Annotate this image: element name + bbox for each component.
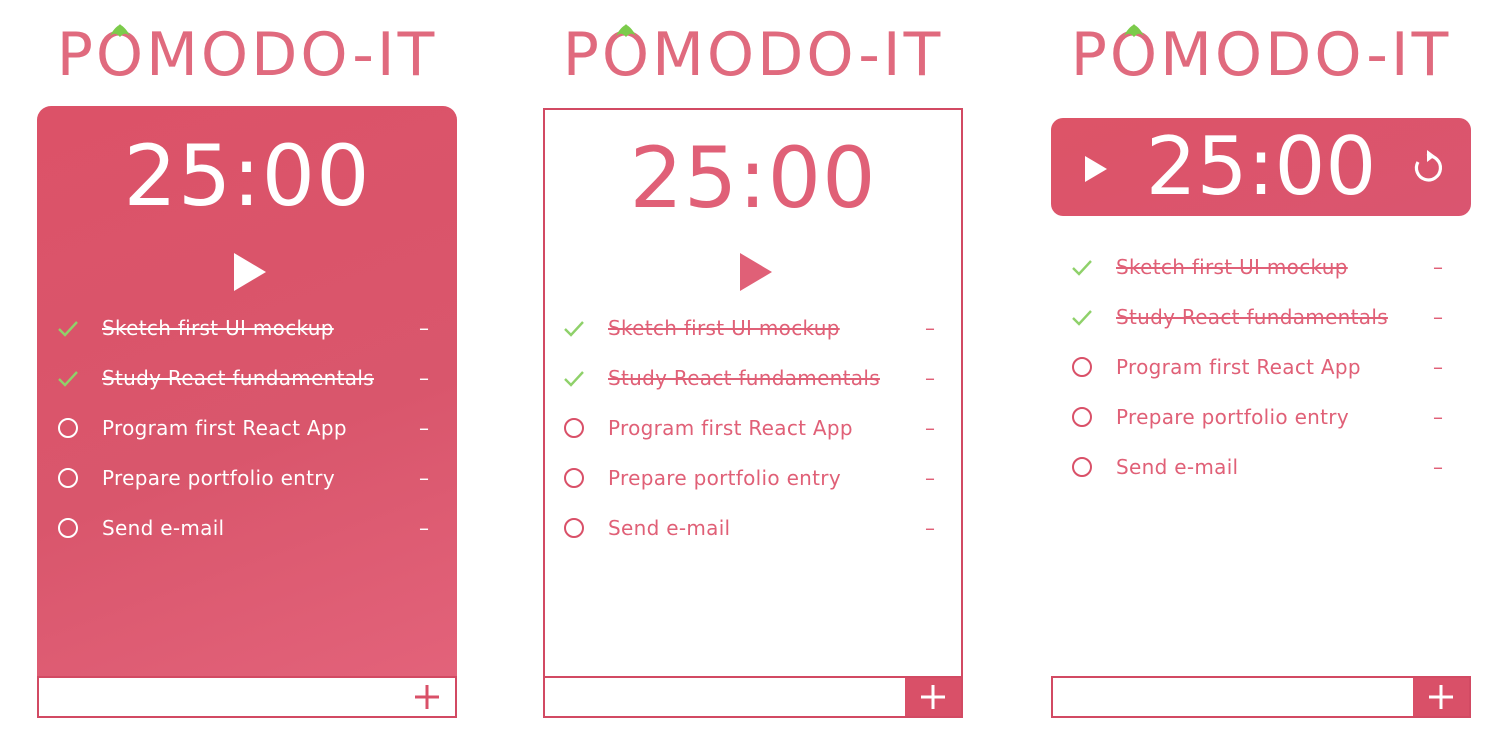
task-item[interactable]: Program first React App – xyxy=(1071,350,1451,384)
add-task-input[interactable] xyxy=(545,678,905,716)
task-label: Send e-mail xyxy=(608,516,731,540)
task-item[interactable]: Send e-mail – xyxy=(1071,450,1451,484)
reset-icon[interactable] xyxy=(1407,148,1447,188)
task-item[interactable]: Send e-mail – xyxy=(563,511,943,545)
task-label: Sketch first UI mockup xyxy=(608,316,840,340)
timer-card: 25:00 Sketch first UI mockup – Study Rea… xyxy=(37,106,457,718)
remove-task-button[interactable]: – xyxy=(925,415,935,441)
remove-task-button[interactable]: – xyxy=(1433,304,1443,330)
timer-display: 25:00 xyxy=(629,129,877,227)
task-label: Send e-mail xyxy=(102,516,225,540)
task-label: Sketch first UI mockup xyxy=(102,316,334,340)
add-task-button[interactable] xyxy=(1413,678,1469,716)
task-label: Sketch first UI mockup xyxy=(1116,255,1348,279)
task-label: Study React fundamentals xyxy=(608,366,880,390)
circle-icon[interactable] xyxy=(57,467,79,489)
task-item[interactable]: Prepare portfolio entry – xyxy=(563,461,943,495)
task-item[interactable]: Sketch first UI mockup – xyxy=(57,311,437,345)
task-item[interactable]: Study React fundamentals – xyxy=(563,361,943,395)
timer-banner: 25:00 xyxy=(1051,118,1471,216)
circle-icon[interactable] xyxy=(563,517,585,539)
task-label: Program first React App xyxy=(102,416,347,440)
task-item[interactable]: Program first React App – xyxy=(563,411,943,445)
play-icon[interactable] xyxy=(232,251,268,293)
mockup-banner: POMODO-IT 25:00 Sketch first UI mockup –… xyxy=(1051,0,1471,744)
plus-icon xyxy=(921,685,945,709)
remove-task-button[interactable]: – xyxy=(419,315,429,341)
add-task-bar xyxy=(37,676,457,718)
add-task-input[interactable] xyxy=(39,678,399,716)
task-item[interactable]: Sketch first UI mockup – xyxy=(563,311,943,345)
task-item[interactable]: Program first React App – xyxy=(57,411,437,445)
tomato-leaf-icon xyxy=(1123,24,1144,37)
timer-display: 25:00 xyxy=(123,127,371,225)
task-item[interactable]: Study React fundamentals – xyxy=(1071,300,1451,334)
remove-task-button[interactable]: – xyxy=(419,415,429,441)
remove-task-button[interactable]: – xyxy=(1433,354,1443,380)
plus-icon xyxy=(1429,685,1453,709)
timer-card: 25:00 Sketch first UI mockup – Study Rea… xyxy=(543,108,963,678)
circle-icon[interactable] xyxy=(57,417,79,439)
remove-task-button[interactable]: – xyxy=(925,515,935,541)
check-icon[interactable] xyxy=(1071,256,1093,278)
add-task-bar xyxy=(543,676,963,718)
task-item[interactable]: Sketch first UI mockup – xyxy=(1071,250,1451,284)
task-item[interactable]: Prepare portfolio entry – xyxy=(57,461,437,495)
circle-icon[interactable] xyxy=(563,417,585,439)
add-task-button[interactable] xyxy=(905,678,961,716)
app-logo: POMODO-IT xyxy=(1051,22,1471,88)
check-icon[interactable] xyxy=(57,317,79,339)
task-label: Prepare portfolio entry xyxy=(1116,405,1349,429)
remove-task-button[interactable]: – xyxy=(419,465,429,491)
add-task-bar xyxy=(1051,676,1471,718)
remove-task-button[interactable]: – xyxy=(419,515,429,541)
circle-icon[interactable] xyxy=(563,467,585,489)
task-label: Send e-mail xyxy=(1116,455,1239,479)
remove-task-button[interactable]: – xyxy=(1433,454,1443,480)
task-label: Program first React App xyxy=(1116,355,1361,379)
task-item[interactable]: Send e-mail – xyxy=(57,511,437,545)
circle-icon[interactable] xyxy=(1071,406,1093,428)
remove-task-button[interactable]: – xyxy=(925,315,935,341)
app-logo: POMODO-IT xyxy=(543,22,963,88)
tomato-leaf-icon xyxy=(615,24,636,37)
mockup-outlined: POMODO-IT 25:00 Sketch first UI mockup –… xyxy=(543,0,963,744)
tomato-leaf-icon xyxy=(109,24,130,37)
play-icon[interactable] xyxy=(738,251,774,293)
check-icon[interactable] xyxy=(563,317,585,339)
mockup-filled: POMODO-IT 25:00 Sketch first UI mockup –… xyxy=(37,0,457,744)
task-label: Program first React App xyxy=(608,416,853,440)
check-icon[interactable] xyxy=(563,367,585,389)
add-task-button[interactable] xyxy=(399,678,455,716)
task-label: Study React fundamentals xyxy=(1116,305,1388,329)
circle-icon[interactable] xyxy=(57,517,79,539)
circle-icon[interactable] xyxy=(1071,456,1093,478)
task-label: Prepare portfolio entry xyxy=(608,466,841,490)
circle-icon[interactable] xyxy=(1071,356,1093,378)
remove-task-button[interactable]: – xyxy=(925,365,935,391)
remove-task-button[interactable]: – xyxy=(925,465,935,491)
add-task-input[interactable] xyxy=(1053,678,1413,716)
remove-task-button[interactable]: – xyxy=(419,365,429,391)
remove-task-button[interactable]: – xyxy=(1433,254,1443,280)
task-label: Prepare portfolio entry xyxy=(102,466,335,490)
task-item[interactable]: Prepare portfolio entry – xyxy=(1071,400,1451,434)
task-label: Study React fundamentals xyxy=(102,366,374,390)
plus-icon xyxy=(415,685,439,709)
app-logo: POMODO-IT xyxy=(37,22,457,88)
check-icon[interactable] xyxy=(57,367,79,389)
check-icon[interactable] xyxy=(1071,306,1093,328)
task-item[interactable]: Study React fundamentals – xyxy=(57,361,437,395)
remove-task-button[interactable]: – xyxy=(1433,404,1443,430)
